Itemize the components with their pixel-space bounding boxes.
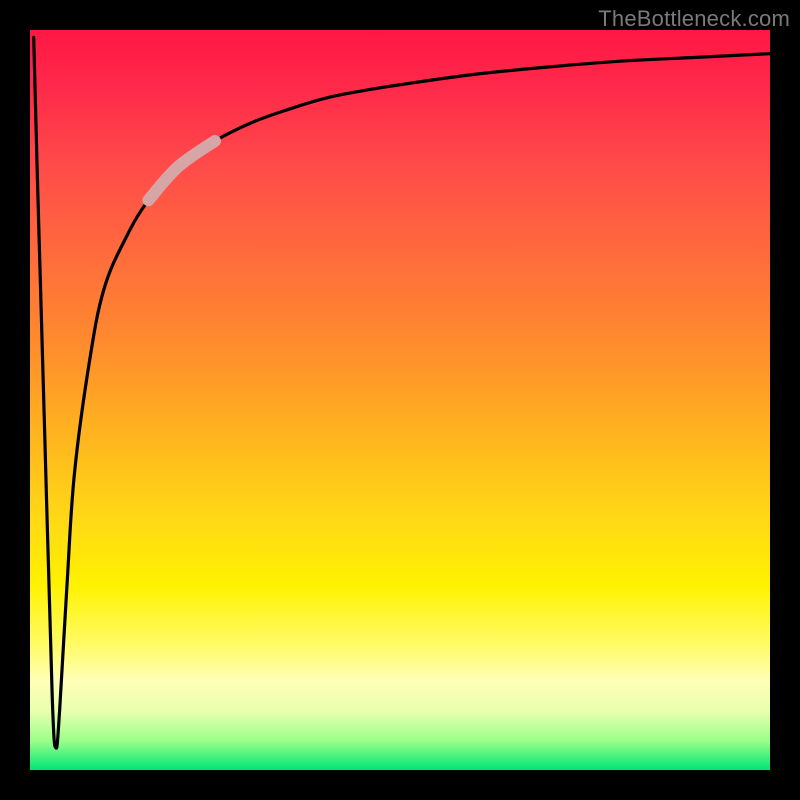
bottleneck-curve-path: [34, 37, 770, 748]
chart-frame: TheBottleneck.com: [0, 0, 800, 800]
curve-svg: [30, 30, 770, 770]
highlight-segment-path: [148, 141, 215, 200]
watermark-text: TheBottleneck.com: [598, 6, 790, 32]
plot-area: [30, 30, 770, 770]
